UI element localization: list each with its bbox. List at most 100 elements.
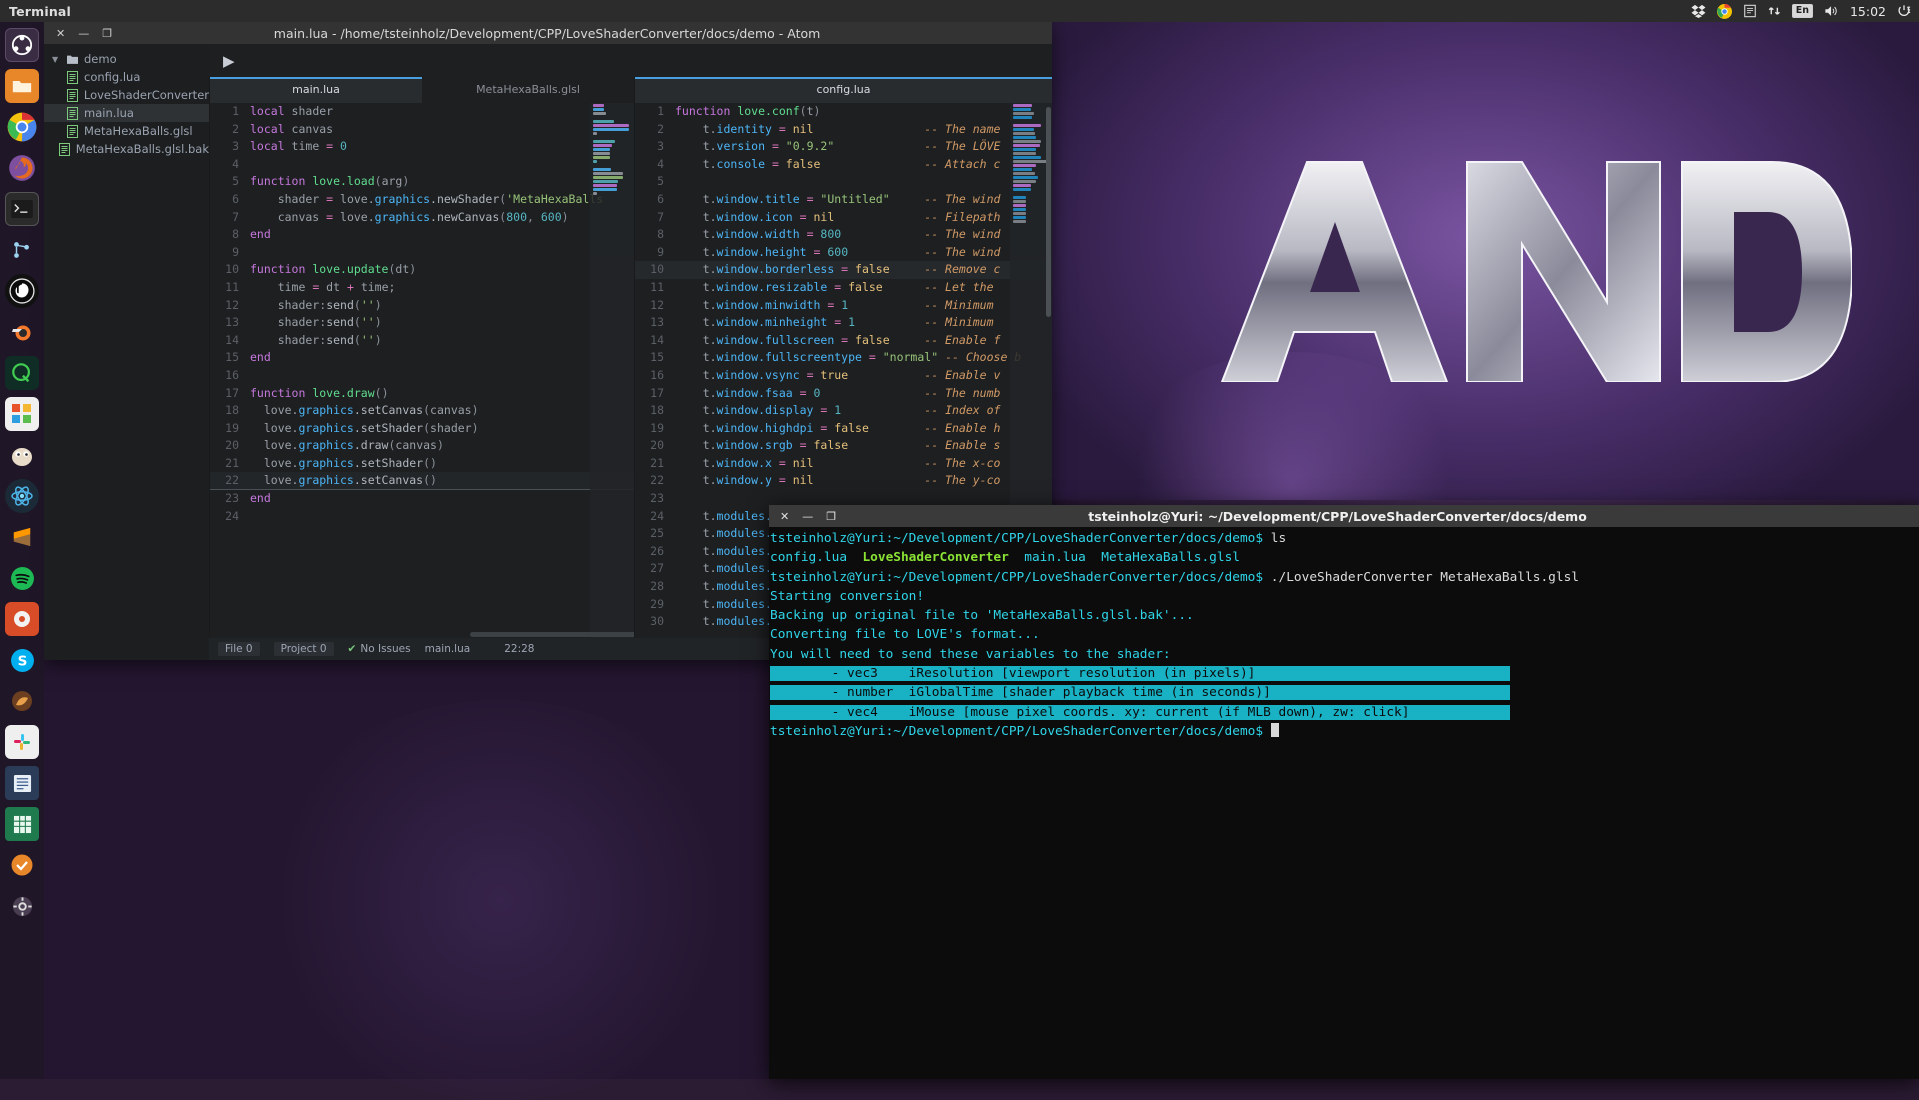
launcher-item-gimp-icon[interactable] bbox=[5, 438, 39, 472]
editor-tab[interactable]: MetaHexaBalls.glsl bbox=[422, 77, 634, 103]
power-icon[interactable] bbox=[1897, 4, 1911, 18]
line-number: 5 bbox=[210, 173, 250, 191]
minimap-line bbox=[1013, 164, 1036, 167]
tree-file-item[interactable]: MetaHexaBalls.glsl.bak bbox=[44, 140, 209, 158]
line-number: 26 bbox=[635, 543, 675, 561]
volume-icon[interactable] bbox=[1824, 4, 1839, 18]
clock[interactable]: 15:02 bbox=[1850, 4, 1886, 19]
tree-file-item[interactable]: MetaHexaBalls.glsl bbox=[44, 122, 209, 140]
launcher-item-software-center-icon[interactable] bbox=[5, 848, 39, 882]
horizontal-scrollbar-left[interactable] bbox=[470, 632, 634, 637]
launcher-item-apps-grid-icon[interactable] bbox=[5, 397, 39, 431]
minimap-line bbox=[1013, 156, 1041, 159]
launcher-item-qt-creator-icon[interactable] bbox=[5, 356, 39, 390]
line-content: t.window.fsaa = 0 -- The numb bbox=[675, 385, 1052, 403]
terminal-minimize-button[interactable]: — bbox=[802, 510, 813, 523]
minimap-line bbox=[593, 124, 629, 127]
launcher-item-blender-icon[interactable] bbox=[5, 315, 39, 349]
launcher-item-atom-icon[interactable] bbox=[5, 479, 39, 513]
tree-file-list: config.luaLoveShaderConverter main.lua Met… bbox=[44, 68, 209, 158]
line-number: 18 bbox=[210, 402, 250, 420]
tree-file-item[interactable]: LoveShaderConverter bbox=[44, 86, 209, 104]
code-line: 18 love.graphics.setCanvas(canvas) bbox=[210, 402, 634, 420]
minimap-line bbox=[1013, 184, 1031, 187]
line-content: function love.update(dt) bbox=[250, 261, 634, 279]
line-content: shader:send('') bbox=[250, 314, 634, 332]
editor-pane-left: main.luaMetaHexaBalls.glsl 1local shader… bbox=[209, 77, 634, 638]
atom-title-bar[interactable]: ✕ — ❐ main.lua - /home/tsteinholz/Develo… bbox=[44, 22, 1052, 44]
status-cursor-position[interactable]: 22:28 bbox=[504, 643, 534, 655]
launcher-item-terminal-icon[interactable] bbox=[5, 192, 39, 226]
launcher-item-settings-icon[interactable] bbox=[5, 889, 39, 923]
code-line: 11 t.window.resizable = false -- Let the bbox=[635, 279, 1052, 297]
launcher-item-text-editor-icon[interactable] bbox=[5, 766, 39, 800]
terminal-title-bar[interactable]: ✕ — ❐ tsteinholz@Yuri: ~/Development/CPP… bbox=[769, 505, 1919, 527]
terminal-line: Backing up original file to 'MetaHexaBal… bbox=[770, 606, 1919, 625]
launcher-item-spreadsheet-icon[interactable] bbox=[5, 807, 39, 841]
line-content: local shader bbox=[250, 103, 634, 121]
editor-tab[interactable]: config.lua bbox=[635, 77, 1052, 103]
code-comment: -- The name bbox=[924, 122, 1000, 136]
top-panel-app-title[interactable]: Terminal bbox=[0, 4, 71, 19]
status-project-tag[interactable]: Project 0 bbox=[274, 642, 334, 656]
dropbox-icon[interactable] bbox=[1691, 4, 1706, 18]
atom-minimize-button[interactable]: — bbox=[78, 28, 89, 39]
launcher-item-spotify-icon[interactable] bbox=[5, 561, 39, 595]
minimap-left[interactable] bbox=[590, 103, 634, 638]
tree-file-item[interactable]: main.lua bbox=[44, 104, 209, 122]
code-lines-left: 1local shader2local canvas3local time = … bbox=[210, 103, 634, 525]
atom-maximize-button[interactable]: ❐ bbox=[102, 28, 112, 39]
terminal-close-button[interactable]: ✕ bbox=[780, 510, 789, 523]
launcher-item-firefox-icon[interactable] bbox=[5, 151, 39, 185]
code-line: 18 t.window.display = 1 -- Index of bbox=[635, 402, 1052, 420]
terminal-window[interactable]: ✕ — ❐ tsteinholz@Yuri: ~/Development/CPP… bbox=[769, 505, 1919, 1079]
line-number: 28 bbox=[635, 578, 675, 596]
tree-root-folder[interactable]: ▼ demo bbox=[44, 50, 209, 68]
status-file-tag[interactable]: File 0 bbox=[218, 642, 260, 656]
terminal-output[interactable]: tsteinholz@Yuri:~/Development/CPP/LoveSh… bbox=[769, 527, 1919, 741]
file-icon bbox=[59, 143, 70, 156]
launcher-item-git-icon[interactable] bbox=[5, 233, 39, 267]
status-filename[interactable]: main.lua bbox=[425, 643, 471, 655]
line-number: 11 bbox=[635, 279, 675, 297]
launcher-item-sublime-icon[interactable] bbox=[5, 520, 39, 554]
minimap-line bbox=[593, 132, 597, 135]
atom-tree-view[interactable]: ▼ demo config.luaLoveShaderConverter main… bbox=[44, 44, 209, 660]
launcher-item-unreal-engine-icon[interactable] bbox=[5, 274, 39, 308]
document-icon[interactable] bbox=[1743, 4, 1757, 18]
status-issues-label[interactable]: No Issues bbox=[360, 643, 410, 655]
tree-file-item[interactable]: config.lua bbox=[44, 68, 209, 86]
keyboard-layout-indicator[interactable]: En bbox=[1792, 4, 1813, 18]
code-comment: -- Minimum bbox=[924, 315, 993, 329]
code-line: 22 t.window.y = nil -- The y-co bbox=[635, 472, 1052, 490]
launcher-item-krita-icon[interactable] bbox=[5, 684, 39, 718]
minimap-line bbox=[1013, 132, 1035, 135]
launcher-item-slack-icon[interactable] bbox=[5, 725, 39, 759]
launcher-item-skype-icon[interactable]: S bbox=[5, 643, 39, 677]
launcher-item-files-icon[interactable] bbox=[5, 69, 39, 103]
launcher-item-chrome-icon[interactable] bbox=[5, 110, 39, 144]
minimap-line bbox=[1013, 148, 1036, 151]
atom-close-button[interactable]: ✕ bbox=[56, 28, 65, 39]
minimap-line bbox=[1013, 144, 1040, 147]
chrome-icon[interactable] bbox=[1717, 4, 1732, 19]
network-icon[interactable] bbox=[1768, 4, 1781, 18]
code-comment: -- Enable s bbox=[924, 438, 1000, 452]
launcher-item-vlc-icon[interactable] bbox=[5, 602, 39, 636]
line-number: 9 bbox=[210, 244, 250, 262]
line-number: 19 bbox=[635, 420, 675, 438]
chevron-down-icon[interactable]: ▼ bbox=[52, 55, 61, 64]
love2d-game-window[interactable] bbox=[1052, 22, 1919, 500]
minimap-line bbox=[1013, 216, 1026, 219]
code-comment: -- Enable h bbox=[924, 421, 1000, 435]
minimap-line bbox=[1013, 168, 1032, 171]
tree-file-label: main.lua bbox=[84, 106, 134, 120]
launcher-item-ubuntu-dash-icon[interactable] bbox=[5, 28, 39, 62]
editor-tab[interactable]: main.lua bbox=[210, 77, 422, 103]
line-number: 10 bbox=[635, 261, 675, 279]
code-line: 19 love.graphics.setShader(shader) bbox=[210, 420, 634, 438]
code-editor-main-lua[interactable]: 1local shader2local canvas3local time = … bbox=[210, 103, 634, 638]
code-comment: -- Enable v bbox=[924, 368, 1000, 382]
terminal-maximize-button[interactable]: ❐ bbox=[826, 510, 836, 523]
run-script-button[interactable]: ▶ bbox=[223, 52, 235, 70]
